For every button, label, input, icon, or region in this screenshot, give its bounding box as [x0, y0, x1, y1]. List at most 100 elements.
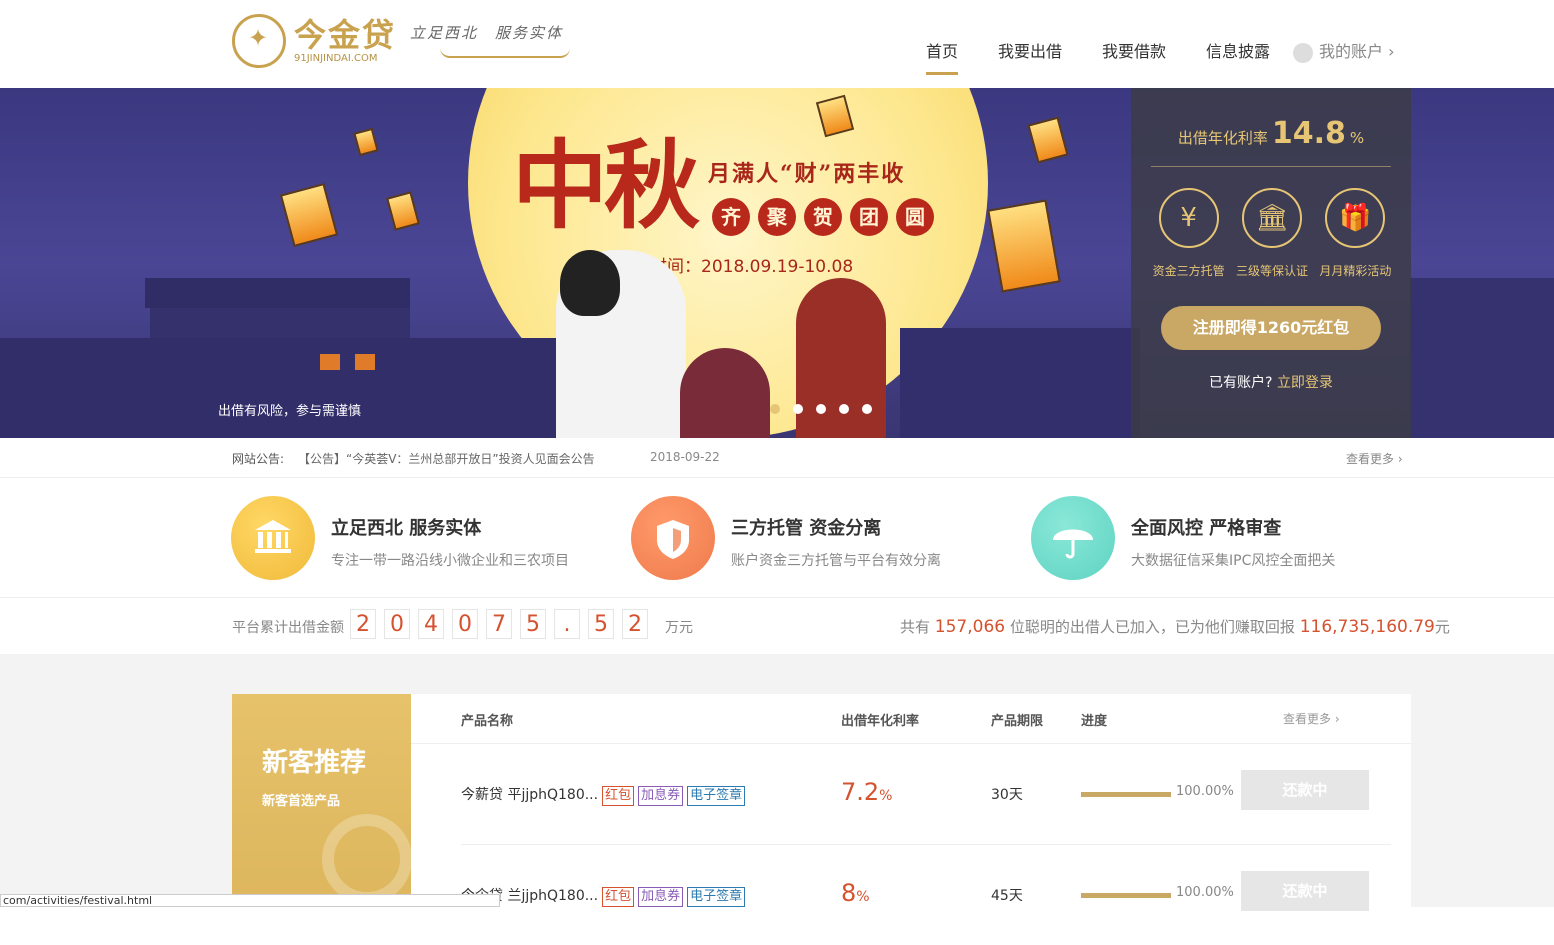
yen-shield-icon: ¥: [1158, 188, 1219, 248]
lantern-icon: [353, 127, 379, 157]
product-rate: 7.2%: [841, 778, 892, 806]
stats-suffix: 元: [1434, 618, 1450, 636]
register-panel: 出借年化利率 14.8% ¥ 资金三方托管 🏛 三级等保认证 🎁 月月精彩活动 注…: [1131, 88, 1411, 438]
child-figure: [680, 348, 770, 438]
nav-borrow[interactable]: 我要借款: [1102, 38, 1166, 62]
rate-unit: %: [1349, 129, 1365, 147]
products-more-link[interactable]: 查看更多 ›: [1283, 710, 1340, 727]
window-light: [355, 354, 375, 370]
feature-label: 月月精彩活动: [1319, 264, 1392, 278]
roof-shape: [145, 278, 410, 308]
table-row[interactable]: 今企贷 兰jjphQ180... 红包 加息券 电子签章 8% 45天 100.00%…: [411, 845, 1411, 945]
nav-disclosure[interactable]: 信息披露: [1206, 38, 1270, 62]
festival-subtitle: 月满人“财”两丰收: [708, 161, 906, 187]
nav-account[interactable]: 我的账户 ›: [1293, 38, 1395, 63]
counter-digit: 5: [520, 609, 546, 639]
carousel-dot[interactable]: [839, 404, 849, 414]
avatar-icon: [1293, 42, 1313, 63]
rooftop-shape: [0, 338, 560, 438]
amount-counter: 2 0 4 0 7 5 . 5 2: [350, 609, 656, 639]
login-prefix: 已有账户?: [1209, 375, 1273, 391]
header-slogan: 立足西北 服务实体: [410, 24, 564, 42]
status-button[interactable]: 还款中: [1241, 770, 1369, 810]
bank-icon: [231, 496, 315, 580]
rate-unit: %: [856, 889, 870, 905]
stats-mid: 位聪明的出借人已加入，已为他们赚取回报: [1009, 618, 1295, 636]
logo-icon: [232, 14, 286, 68]
highlights: 立足西北 服务实体 专注一带一路沿线小微企业和三农项目 三方托管 资金分离 账户…: [0, 478, 1554, 598]
notice-link[interactable]: 【公告】“今英荟V：兰州总部开放日”投资人见面会公告: [298, 450, 595, 467]
carousel-dot[interactable]: [793, 404, 803, 414]
platform-stats: 平台累计出借金额 2 0 4 0 7 5 . 5 2 万元 共有 157,066…: [0, 598, 1554, 654]
product-title: 今薪贷 平jjphQ180...: [461, 787, 599, 803]
login-link[interactable]: 立即登录: [1277, 375, 1333, 391]
progress-bar: [1081, 893, 1171, 898]
nav-account-label: 我的账户 ›: [1319, 42, 1395, 61]
progress-bar: [1081, 792, 1171, 797]
product-rate: 8%: [841, 879, 870, 907]
earned-amount: 116,735,160.79: [1299, 617, 1435, 637]
tag-esign: 电子签章: [687, 786, 746, 806]
feature-label: 资金三方托管: [1152, 264, 1225, 278]
rate-value: 14.8: [1271, 116, 1346, 151]
highlight-title: 立足西北 服务实体: [331, 518, 482, 539]
th-term: 产品期限: [991, 714, 1044, 729]
logo-name: 今金贷: [294, 16, 397, 54]
rate-label: 出借年化利率: [1177, 129, 1268, 147]
carousel-dot[interactable]: [770, 404, 780, 414]
shield-icon: [631, 496, 715, 580]
notice-label: 网站公告:: [232, 452, 285, 466]
product-name[interactable]: 今薪贷 平jjphQ180... 红包 加息券 电子签章: [461, 784, 746, 806]
counter-digit: .: [554, 609, 580, 639]
feature-label: 三级等保认证: [1235, 264, 1308, 278]
feature-events: 🎁 月月精彩活动: [1314, 188, 1397, 279]
counter-digit: 5: [588, 609, 614, 639]
highlight-item: 立足西北 服务实体 专注一带一路沿线小微企业和三农项目: [231, 496, 611, 580]
lantern-icon: [386, 191, 420, 231]
feature-custody: ¥ 资金三方托管: [1147, 188, 1230, 279]
progress-fill: [1081, 792, 1171, 797]
highlight-desc: 账户资金三方托管与平台有效分离: [731, 553, 941, 569]
counter-digit: 2: [622, 609, 648, 639]
nav-home[interactable]: 首页: [926, 38, 959, 75]
window-light: [320, 354, 340, 370]
product-table: 产品名称 出借年化利率 产品期限 进度 查看更多 › 今薪贷 平jjphQ180…: [411, 694, 1411, 911]
carousel-dot[interactable]: [816, 404, 826, 414]
product-name[interactable]: 今企贷 兰jjphQ180... 红包 加息券 电子签章: [461, 885, 746, 907]
promo-subtitle: 新客首选产品: [262, 794, 341, 809]
panel-features: ¥ 资金三方托管 🏛 三级等保认证 🎁 月月精彩活动: [1147, 188, 1397, 279]
hero-banner[interactable]: 中秋 月满人“财”两丰收 齐 聚 贺 团 圆 活动时间：2018.09.19-1…: [0, 88, 1554, 438]
tag-redpacket: 红包: [602, 786, 635, 806]
festival-char: 圆: [896, 198, 934, 236]
th-rate: 出借年化利率: [841, 714, 920, 729]
nav-invest[interactable]: 我要出借: [998, 38, 1062, 62]
logo[interactable]: 今金贷 91JINJINDAI.COM: [232, 14, 396, 68]
rooftop-right: [900, 328, 1140, 438]
user-icon: [322, 814, 411, 904]
promo-title: 新客推荐: [262, 748, 367, 778]
status-button[interactable]: 还款中: [1241, 871, 1369, 911]
tag-esign: 电子签章: [687, 887, 746, 907]
carousel-dots: [770, 404, 885, 414]
festival-char: 聚: [758, 198, 796, 236]
tag-coupon: 加息券: [638, 887, 684, 907]
register-button[interactable]: 注册即得1260元红包: [1161, 306, 1381, 350]
browser-status-url: com/activities/festival.html: [0, 894, 500, 907]
progress-text: 100.00%: [1176, 784, 1234, 799]
th-progress: 进度: [1081, 714, 1108, 729]
new-user-promo[interactable]: 新客推荐 新客首选产品: [232, 694, 411, 907]
carousel-dot[interactable]: [862, 404, 872, 414]
table-row[interactable]: 今薪贷 平jjphQ180... 红包 加息券 电子签章 7.2% 30天 100.0…: [411, 744, 1411, 845]
th-name: 产品名称: [461, 714, 514, 729]
festival-char: 团: [850, 198, 888, 236]
tag-redpacket: 红包: [602, 887, 635, 907]
risk-note: 出借有风险，参与需谨慎: [218, 404, 362, 419]
rate-number: 8: [841, 879, 857, 907]
father-hair: [560, 250, 620, 316]
notice-more-link[interactable]: 查看更多 ›: [1346, 450, 1403, 467]
festival-circles: 齐 聚 贺 团 圆: [712, 198, 942, 236]
highlight-title: 全面风控 严格审查: [1131, 518, 1282, 539]
rate-line: 出借年化利率 14.8%: [1131, 116, 1411, 151]
rate-unit: %: [879, 788, 893, 804]
gift-icon: 🎁: [1325, 188, 1386, 248]
